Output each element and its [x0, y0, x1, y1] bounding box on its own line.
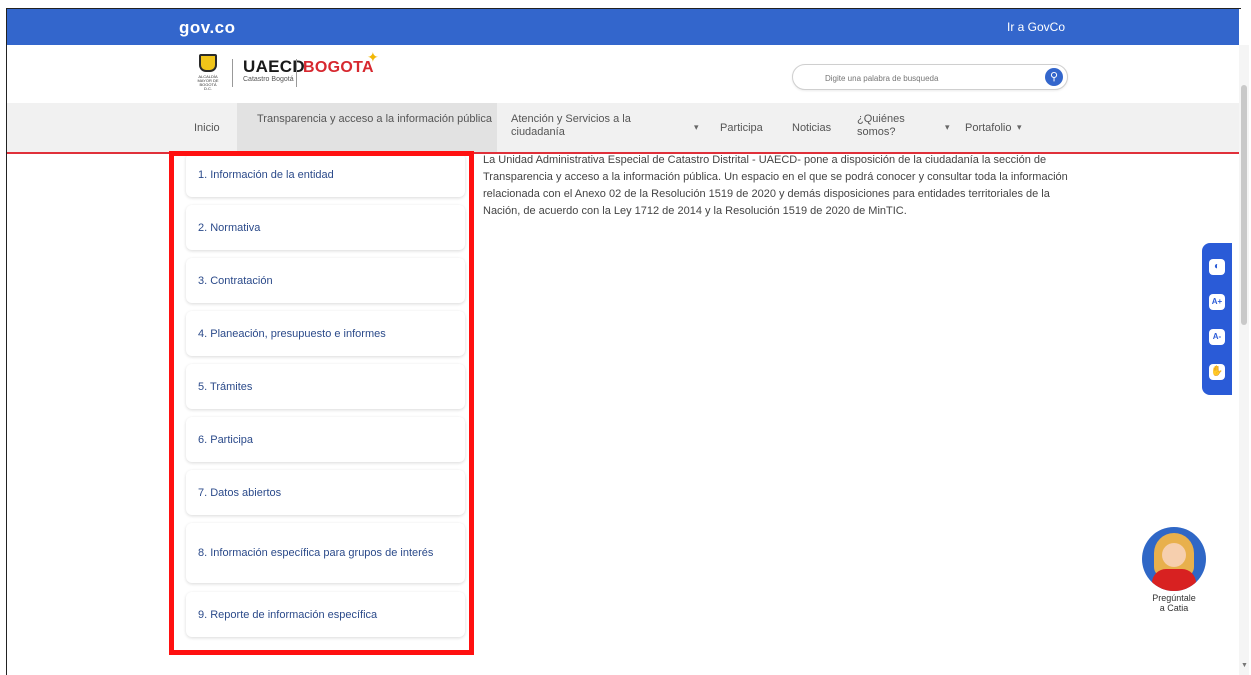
- alcaldia-logo[interactable]: ALCALDÍA MAYOR DE BOGOTÁ D.C.: [195, 54, 221, 91]
- sidebar-item-planeacion[interactable]: 4. Planeación, presupuesto e informes: [186, 311, 465, 356]
- sign-language-icon[interactable]: ✋: [1209, 364, 1225, 380]
- avatar-shirt: [1152, 569, 1196, 591]
- chatbot-catia[interactable]: Pregúntale a Catia: [1134, 527, 1214, 613]
- sidebar-item-grupos-interes[interactable]: 8. Información específica para grupos de…: [186, 523, 465, 583]
- alcaldia-logo-text: ALCALDÍA MAYOR DE BOGOTÁ D.C.: [197, 74, 219, 91]
- scroll-down-arrow-icon[interactable]: ▼: [1241, 662, 1248, 669]
- logo-divider: [232, 59, 233, 87]
- sidebar-item-datos-abiertos[interactable]: 7. Datos abiertos: [186, 470, 465, 515]
- search-input[interactable]: [823, 69, 1027, 87]
- nav-noticias[interactable]: Noticias: [792, 122, 831, 135]
- chevron-down-icon[interactable]: ▾: [694, 122, 699, 133]
- logo-divider: [296, 59, 297, 87]
- nav-portafolio[interactable]: Portafolio: [965, 122, 1011, 135]
- bogota-logo[interactable]: BOGOTA: [303, 59, 374, 77]
- main-nav: Inicio Transparencia y acceso a la infor…: [7, 103, 1239, 154]
- ir-a-govco-link[interactable]: Ir a GovCo: [1007, 20, 1065, 34]
- nav-participa[interactable]: Participa: [720, 122, 763, 135]
- accessibility-toolbar: ◐ A+ A- ✋: [1202, 243, 1232, 395]
- coat-of-arms-icon: [199, 54, 217, 72]
- site-header: ALCALDÍA MAYOR DE BOGOTÁ D.C. UAECD Cata…: [7, 45, 1239, 103]
- increase-text-icon[interactable]: A+: [1209, 294, 1225, 310]
- chevron-down-icon[interactable]: ▾: [945, 122, 950, 133]
- govco-bar: gov.co Ir a GovCo: [7, 9, 1239, 45]
- catia-label-line2: a Catia: [1159, 603, 1189, 613]
- nav-transparencia[interactable]: Transparencia y acceso a la información …: [237, 103, 497, 152]
- sidebar-item-contratacion[interactable]: 3. Contratación: [186, 258, 465, 303]
- chevron-down-icon[interactable]: ▾: [1017, 122, 1022, 133]
- sidebar-item-reporte[interactable]: 9. Reporte de información específica: [186, 592, 465, 637]
- avatar-face: [1162, 543, 1186, 567]
- decrease-text-icon[interactable]: A-: [1209, 329, 1225, 345]
- scrollbar-thumb[interactable]: [1241, 85, 1247, 325]
- catia-avatar[interactable]: [1142, 527, 1206, 591]
- search-icon[interactable]: ⚲: [1045, 68, 1063, 86]
- contrast-icon[interactable]: ◐: [1209, 259, 1225, 275]
- govco-logo[interactable]: gov.co: [179, 18, 236, 38]
- nav-atencion[interactable]: Atención y Servicios a la ciudadanía: [511, 113, 661, 139]
- star-icon: ✦: [367, 49, 379, 65]
- nav-quienes-somos[interactable]: ¿Quiénes somos?: [857, 113, 917, 139]
- intro-paragraph: La Unidad Administrativa Especial de Cat…: [483, 154, 1068, 217]
- search-box: ⚲: [792, 64, 1068, 90]
- sidebar-item-informacion-entidad[interactable]: 1. Información de la entidad: [186, 153, 465, 197]
- sidebar-item-tramites[interactable]: 5. Trámites: [186, 364, 465, 409]
- nav-inicio[interactable]: Inicio: [194, 122, 220, 135]
- sidebar-item-normativa[interactable]: 2. Normativa: [186, 205, 465, 250]
- sidebar-item-participa[interactable]: 6. Participa: [186, 417, 465, 462]
- catia-label-line1: Pregúntale: [1152, 593, 1196, 603]
- page-scrollbar[interactable]: [1239, 45, 1249, 675]
